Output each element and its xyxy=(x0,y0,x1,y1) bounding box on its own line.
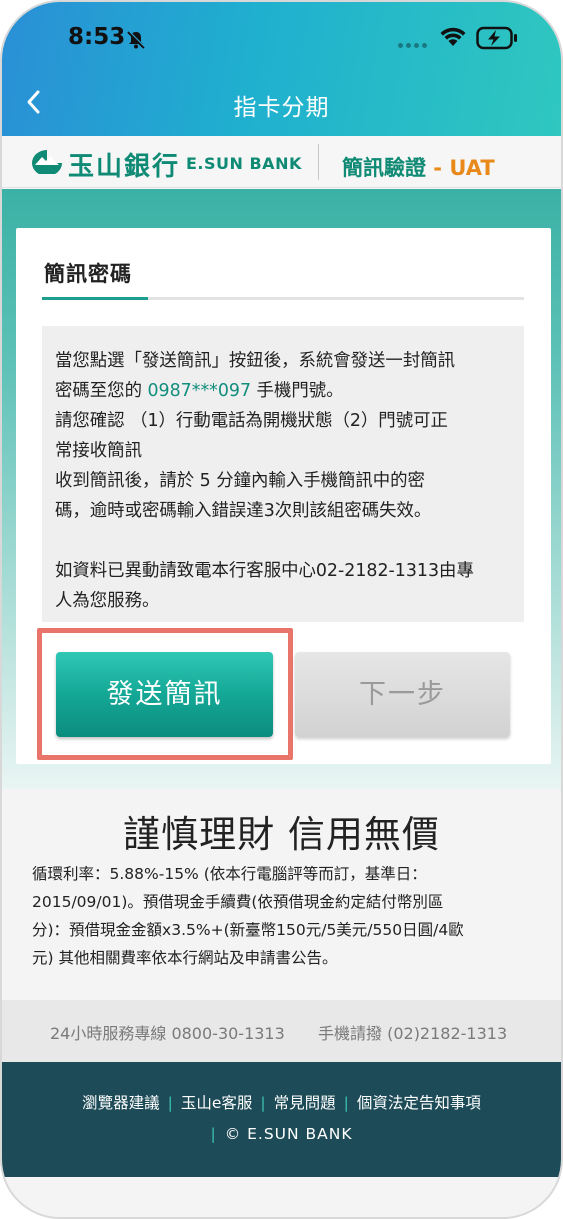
footer-link-browser[interactable]: 瀏覽器建議 xyxy=(82,1094,160,1112)
footer-separator: | xyxy=(260,1094,266,1112)
sms-verification-label: 簡訊驗證 - UAT xyxy=(342,152,495,182)
instruction-line: 當您點選「發送簡訊」按鈕後，系統會發送一封簡訊 xyxy=(55,351,455,371)
phone-number: 0987***097 xyxy=(147,381,252,401)
instruction-line: 如資料已異動請致電本行客服中心02-2182-1313由專 xyxy=(55,561,474,581)
footer-links: 瀏覽器建議 | 玉山e客服 | 常見問題 | 個資法定告知事項 xyxy=(2,1091,561,1113)
footer: 瀏覽器建議 | 玉山e客服 | 常見問題 | 個資法定告知事項 | © E.SUN BANK xyxy=(2,1062,561,1177)
hotline-bar: 24小時服務專線 0800-30-1313 手機請撥 (02)2182-1313 xyxy=(2,1000,561,1062)
slogan: 謹慎理財 信用無價 xyxy=(123,813,440,856)
footer-separator: | xyxy=(343,1094,349,1112)
next-step-button[interactable]: 下一步 xyxy=(295,652,510,737)
instruction-line: 密碼至您的 0987***097 手機門號。 xyxy=(55,376,510,406)
battery-charging-icon xyxy=(476,26,517,50)
footer-separator: | xyxy=(167,1094,173,1112)
title-accent xyxy=(42,297,148,300)
bottom-safe-area xyxy=(2,1177,561,1217)
sms-instructions: 當您點選「發送簡訊」按鈕後，系統會發送一封簡訊 密碼至您的 0987***097… xyxy=(42,326,524,622)
page-label: 簡訊驗證 xyxy=(342,156,426,180)
status-time: 8:53 xyxy=(68,24,126,50)
env-badge: UAT xyxy=(449,156,495,180)
instruction-text: 手機門號。 xyxy=(251,381,344,401)
page-title: 指卡分期 xyxy=(233,95,330,121)
rate-line: 循環利率：5.88%-15% (依本行電腦評等而訂，基準日： xyxy=(32,865,427,883)
instruction-line: 請您確認 （1）行動電話為開機狀態（2）門號可正 xyxy=(55,411,448,431)
brand-divider xyxy=(318,144,319,180)
app-header: 8:53 指卡分期 xyxy=(2,2,561,136)
wifi-icon xyxy=(440,27,466,46)
instruction-line: 碼，逾時或密碼輸入錯誤達3次則該組密碼失效。 xyxy=(55,501,432,521)
mobile-hotline[interactable]: 手機請撥 (02)2182-1313 xyxy=(318,1020,507,1044)
esun-logo-icon xyxy=(32,150,62,174)
footer-copyright-row: | © E.SUN BANK xyxy=(2,1125,561,1143)
interest-rate-notice: 循環利率：5.88%-15% (依本行電腦評等而訂，基準日： 2015/09/0… xyxy=(32,860,542,972)
service-hotline[interactable]: 24小時服務專線 0800-30-1313 xyxy=(50,1020,285,1044)
bank-name-en: E.SUN BANK xyxy=(186,154,302,173)
bank-name-zh: 玉山銀行 xyxy=(68,152,181,182)
instruction-line: 收到簡訊後，請於 5 分鐘內輸入手機簡訊中的密 xyxy=(55,471,425,491)
footer-link-privacy[interactable]: 個資法定告知事項 xyxy=(357,1094,481,1112)
footer-link-eservice[interactable]: 玉山e客服 xyxy=(181,1094,253,1112)
rate-line: 2015/09/01)。預借現金手續費(依預借現金約定結付幣別區 xyxy=(32,893,444,911)
bell-muted-icon xyxy=(127,30,146,49)
instruction-text: 密碼至您的 xyxy=(55,381,148,401)
env-dash: - xyxy=(426,156,450,180)
footer-link-faq[interactable]: 常見問題 xyxy=(274,1094,336,1112)
brand-bar: 玉山銀行 E.SUN BANK 簡訊驗證 - UAT xyxy=(2,136,561,188)
footer-separator: | xyxy=(210,1125,217,1143)
rate-line: 分)：預借現金金額x3.5%+(新臺幣150元/5美元/550日圓/4歐 xyxy=(32,921,464,939)
instruction-line: 常接收簡訊 xyxy=(55,441,142,461)
copyright: © E.SUN BANK xyxy=(224,1125,353,1143)
phone-screen: 8:53 指卡分期 玉山銀行 E.SUN BANK 簡訊驗證 - UAT 簡訊密… xyxy=(0,0,563,1219)
cellular-signal-icon xyxy=(398,33,430,52)
card-title: 簡訊密碼 xyxy=(44,262,132,286)
send-sms-button[interactable]: 發送簡訊 xyxy=(56,652,273,737)
rate-line: 元) 其他相關費率依本行網站及申請書公告。 xyxy=(32,949,338,967)
instruction-line: 人為您服務。 xyxy=(55,591,160,611)
